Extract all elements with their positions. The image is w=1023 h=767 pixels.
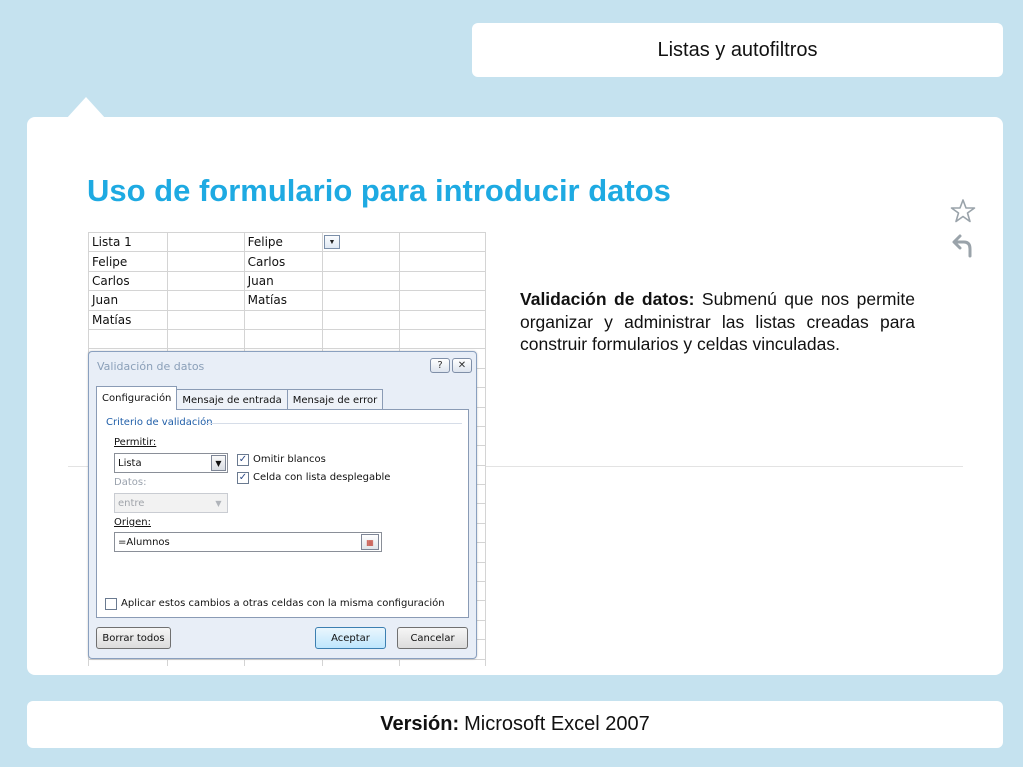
sheet-cell[interactable] xyxy=(399,232,486,253)
sheet-row xyxy=(88,658,486,666)
sheet-cell[interactable] xyxy=(166,309,245,330)
sheet-cell[interactable]: Carlos xyxy=(243,251,323,272)
card-notch xyxy=(66,97,106,119)
description-label: Validación de datos: xyxy=(520,289,695,309)
sheet-row: Carlos Juan xyxy=(88,270,486,292)
sheet-cell[interactable] xyxy=(399,658,486,666)
tab-mensaje-error[interactable]: Mensaje de error xyxy=(286,389,384,410)
allow-label: Permitir: xyxy=(114,437,156,448)
allow-value: Lista xyxy=(118,457,142,469)
data-validation-dialog: Validación de datos ? ✕ Configuración Me… xyxy=(88,351,477,659)
sheet-cell[interactable]: Matías xyxy=(88,309,168,330)
sheet-cell[interactable] xyxy=(243,658,323,666)
source-value: =Alumnos xyxy=(118,536,170,548)
version-value: Microsoft Excel 2007 xyxy=(464,713,650,735)
sheet-cell[interactable]: Felipe xyxy=(243,232,323,253)
version-label: Versión: xyxy=(380,713,460,735)
sheet-cell[interactable] xyxy=(321,328,401,350)
sheet-cell[interactable] xyxy=(321,251,401,272)
slide-title: Uso de formulario para introducir datos xyxy=(87,173,671,208)
allow-select[interactable]: Lista ▼ xyxy=(114,453,228,473)
sheet-cell[interactable] xyxy=(321,658,401,666)
data-value: entre xyxy=(118,497,145,509)
sheet-cell[interactable] xyxy=(243,328,323,350)
sheet-cell[interactable]: Lista 1 xyxy=(88,232,168,253)
in-cell-dropdown-checkbox[interactable]: ✓ xyxy=(237,472,249,484)
help-icon[interactable]: ? xyxy=(430,358,450,373)
sheet-cell[interactable]: Matías xyxy=(243,290,323,311)
sheet-cell[interactable] xyxy=(399,270,486,292)
sheet-cell[interactable] xyxy=(88,658,168,666)
sheet-cell[interactable] xyxy=(166,328,245,350)
group-label: Criterio de validación xyxy=(106,417,213,428)
settings-panel: Criterio de validación Permitir: Lista ▼… xyxy=(96,409,469,618)
sheet-row: Matías xyxy=(88,309,486,330)
source-label-text: Origen: xyxy=(114,517,151,528)
tab-configuracion[interactable]: Configuración xyxy=(96,386,178,410)
sheet-row: Felipe Carlos xyxy=(88,251,486,272)
data-select: entre ▼ xyxy=(114,493,228,513)
sheet-row: Lista 1 Felipe xyxy=(88,232,486,253)
source-input[interactable]: =Alumnos xyxy=(114,532,382,552)
sheet-cell[interactable]: Carlos xyxy=(88,270,168,292)
range-selector-icon[interactable]: ▦ xyxy=(361,534,379,550)
apply-all-checkbox[interactable] xyxy=(105,598,117,610)
sheet-cell[interactable] xyxy=(166,251,245,272)
sheet-cell[interactable] xyxy=(321,309,401,330)
source-label: Origen: xyxy=(114,517,151,528)
close-icon[interactable]: ✕ xyxy=(452,358,472,373)
sheet-cell[interactable] xyxy=(166,658,245,666)
sheet-cell[interactable]: Juan xyxy=(88,290,168,311)
version-box: Versión: Microsoft Excel 2007 xyxy=(27,701,1003,748)
sheet-cell[interactable] xyxy=(88,328,168,350)
in-cell-dropdown-label: Celda con lista desplegable xyxy=(253,472,391,483)
group-line xyxy=(206,423,462,424)
sheet-cell[interactable] xyxy=(399,328,486,350)
sheet-row: Juan Matías xyxy=(88,290,486,311)
sheet-cell[interactable] xyxy=(399,290,486,311)
sheet-cell[interactable] xyxy=(321,290,401,311)
ok-button[interactable]: Aceptar xyxy=(315,627,386,649)
sheet-cell[interactable] xyxy=(243,309,323,330)
star-icon[interactable] xyxy=(950,198,976,224)
sheet-cell[interactable] xyxy=(399,251,486,272)
sheet-cell[interactable] xyxy=(399,309,486,330)
tab-mensaje-entrada[interactable]: Mensaje de entrada xyxy=(176,389,288,410)
sheet-cell[interactable] xyxy=(166,290,245,311)
sheet-cell[interactable]: Felipe xyxy=(88,251,168,272)
allow-label-text: Permitir: xyxy=(114,437,157,448)
sheet-cell[interactable] xyxy=(166,270,245,292)
back-arrow-icon[interactable] xyxy=(951,233,975,259)
clear-all-button[interactable]: Borrar todos xyxy=(96,627,171,649)
section-title-box: Listas y autofiltros xyxy=(472,23,1003,77)
sheet-cell[interactable]: Juan xyxy=(243,270,323,292)
chevron-down-icon: ▼ xyxy=(215,498,222,508)
dialog-tabs: Configuración Mensaje de entrada Mensaje… xyxy=(96,386,384,410)
sheet-cell[interactable] xyxy=(321,270,401,292)
ignore-blank-label: Omitir blancos xyxy=(253,454,326,465)
ignore-blank-checkbox[interactable]: ✓ xyxy=(237,454,249,466)
cancel-button[interactable]: Cancelar xyxy=(397,627,468,649)
sheet-row xyxy=(88,328,486,350)
apply-all-label: Aplicar estos cambios a otras celdas con… xyxy=(121,598,445,609)
chevron-down-icon: ▼ xyxy=(211,455,226,471)
description: Validación de datos: Submenú que nos per… xyxy=(520,288,915,356)
sheet-cell[interactable] xyxy=(166,232,245,253)
dialog-title: Validación de datos xyxy=(97,360,205,373)
dialog-window-buttons: ? ✕ xyxy=(430,358,472,373)
section-title: Listas y autofiltros xyxy=(657,38,818,61)
data-label: Datos: xyxy=(114,477,147,488)
cell-dropdown-arrow-icon[interactable]: ▼ xyxy=(324,235,340,249)
